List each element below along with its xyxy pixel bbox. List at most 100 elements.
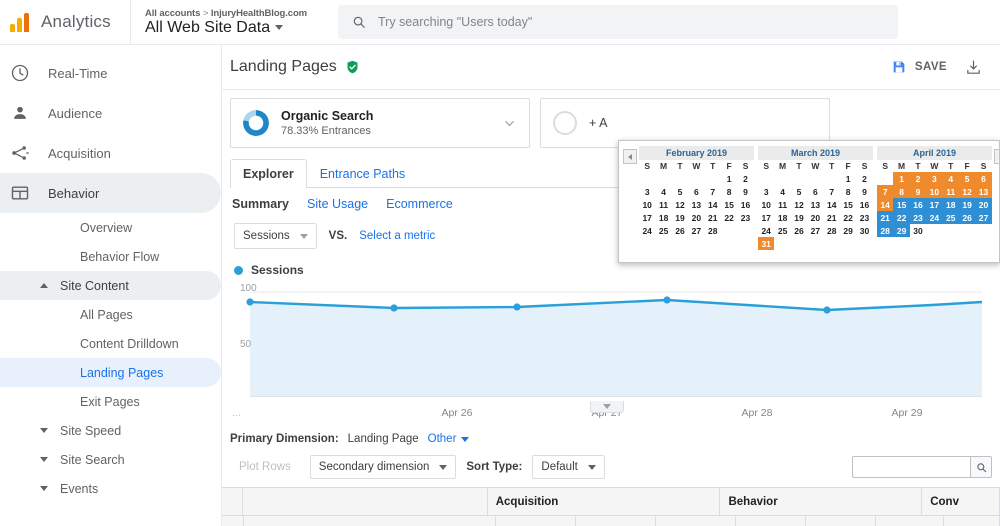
calendar-day[interactable]: 25 — [774, 224, 790, 237]
calendar-day[interactable]: 24 — [639, 224, 655, 237]
calendar-day[interactable]: 27 — [807, 224, 823, 237]
calendar-day[interactable]: 15 — [840, 198, 856, 211]
table-search-button[interactable] — [970, 456, 992, 478]
calendar-day[interactable]: 28 — [824, 224, 840, 237]
subtab-ecommerce[interactable]: Ecommerce — [386, 197, 453, 211]
calendar-day[interactable]: 9 — [856, 185, 872, 198]
calendar-day[interactable]: 1 — [893, 172, 910, 185]
calendar-day[interactable]: 4 — [774, 185, 790, 198]
calendar-day[interactable]: 15 — [721, 198, 737, 211]
calendar-day[interactable]: 3 — [639, 185, 655, 198]
calendar-day[interactable]: 20 — [688, 211, 704, 224]
search-box[interactable] — [338, 5, 898, 39]
download-icon[interactable] — [965, 59, 982, 76]
calendar-day[interactable]: 1 — [840, 172, 856, 185]
calendar-day[interactable]: 10 — [639, 198, 655, 211]
calendar-day[interactable]: 19 — [672, 211, 688, 224]
calendar-day[interactable]: 17 — [926, 198, 943, 211]
calendar-day[interactable]: 18 — [942, 198, 959, 211]
calendar-day[interactable]: 5 — [672, 185, 688, 198]
calendar-day[interactable]: 10 — [926, 185, 943, 198]
table-search-input[interactable] — [852, 456, 970, 478]
calendar-day[interactable]: 22 — [840, 211, 856, 224]
calendar-day[interactable]: 6 — [807, 185, 823, 198]
calendar-day[interactable]: 24 — [758, 224, 774, 237]
sidebar-item-audience[interactable]: Audience — [0, 93, 221, 133]
calendar-day[interactable]: 29 — [840, 224, 856, 237]
subtab-site-usage[interactable]: Site Usage — [307, 197, 368, 211]
calendar-day[interactable]: 9 — [909, 185, 927, 198]
select-metric-link[interactable]: Select a metric — [359, 230, 435, 242]
date-range-calendar[interactable]: February 2019 S M T W T F S 1 2 3 4 5 6 7 8 9 10 1… — [618, 140, 1000, 263]
account-selector[interactable]: All accounts > InjuryHealthBlog.com All … — [130, 0, 320, 45]
calendar-day[interactable]: 30 — [910, 224, 926, 237]
search-input[interactable] — [378, 15, 884, 29]
calendar-day[interactable]: 27 — [975, 211, 992, 224]
subtab-summary[interactable]: Summary — [232, 197, 289, 211]
calendar-day[interactable]: 23 — [909, 211, 927, 224]
calendar-day[interactable]: 18 — [774, 211, 790, 224]
brand[interactable]: Analytics — [0, 12, 130, 32]
calendar-day[interactable]: 15 — [893, 198, 910, 211]
calendar-day[interactable]: 8 — [893, 185, 910, 198]
calendar-day[interactable]: 28 — [877, 224, 894, 237]
calendar-next-button[interactable] — [994, 149, 999, 164]
metric-select[interactable]: Sessions — [234, 223, 317, 249]
calendar-day[interactable]: 26 — [672, 224, 688, 237]
calendar-day[interactable]: 21 — [705, 211, 721, 224]
calendar-day[interactable]: 13 — [688, 198, 704, 211]
calendar-day[interactable]: 23 — [856, 211, 872, 224]
sidebar-item-all-pages[interactable]: All Pages — [0, 300, 221, 329]
save-button[interactable]: SAVE — [891, 59, 947, 75]
calendar-day[interactable]: 4 — [942, 172, 959, 185]
sidebar-group-site-search[interactable]: Site Search — [0, 445, 221, 474]
calendar-day[interactable]: 7 — [877, 185, 894, 198]
calendar-day[interactable]: 3 — [926, 172, 943, 185]
calendar-day[interactable]: 12 — [958, 185, 976, 198]
calendar-day[interactable]: 16 — [909, 198, 927, 211]
calendar-day[interactable]: 11 — [655, 198, 671, 211]
calendar-day[interactable]: 6 — [975, 172, 992, 185]
calendar-day[interactable]: 16 — [856, 198, 872, 211]
calendar-day[interactable]: 9 — [737, 185, 753, 198]
sidebar-item-behavior[interactable]: Behavior — [0, 173, 221, 213]
calendar-day[interactable]: 20 — [975, 198, 992, 211]
calendar-day[interactable]: 2 — [737, 172, 753, 185]
calendar-day[interactable]: 13 — [807, 198, 823, 211]
calendar-day[interactable]: 19 — [958, 198, 976, 211]
calendar-day[interactable]: 25 — [655, 224, 671, 237]
calendar-day[interactable]: 11 — [942, 185, 959, 198]
sidebar-item-real-time[interactable]: Real-Time — [0, 53, 221, 93]
sidebar-item-content-drilldown[interactable]: Content Drilldown — [0, 329, 221, 358]
calendar-day[interactable]: 8 — [840, 185, 856, 198]
calendar-day[interactable]: 26 — [958, 211, 976, 224]
chart-collapse-toggle[interactable] — [590, 401, 624, 413]
sidebar-group-site-content[interactable]: Site Content — [0, 271, 221, 300]
calendar-day[interactable]: 2 — [909, 172, 927, 185]
segment-chip-organic-search[interactable]: Organic Search 78.33% Entrances — [230, 98, 530, 148]
calendar-day[interactable]: 20 — [807, 211, 823, 224]
calendar-day[interactable]: 29 — [893, 224, 910, 237]
primary-dimension-other[interactable]: Other — [428, 433, 470, 445]
sidebar-item-acquisition[interactable]: Acquisition — [0, 133, 221, 173]
calendar-day[interactable]: 13 — [975, 185, 992, 198]
calendar-day[interactable]: 6 — [688, 185, 704, 198]
calendar-day[interactable]: 1 — [721, 172, 737, 185]
calendar-day[interactable]: 26 — [791, 224, 807, 237]
chevron-down-icon[interactable] — [502, 116, 517, 131]
sidebar-item-overview[interactable]: Overview — [0, 213, 221, 242]
primary-dimension-value[interactable]: Landing Page — [348, 433, 419, 445]
calendar-day[interactable]: 21 — [824, 211, 840, 224]
calendar-day[interactable]: 17 — [758, 211, 774, 224]
calendar-day[interactable]: 10 — [758, 198, 774, 211]
calendar-day[interactable]: 21 — [877, 211, 894, 224]
tab-explorer[interactable]: Explorer — [230, 159, 307, 188]
calendar-day[interactable]: 11 — [774, 198, 790, 211]
calendar-day[interactable]: 17 — [639, 211, 655, 224]
calendar-day[interactable]: 7 — [705, 185, 721, 198]
calendar-day[interactable]: 14 — [705, 198, 721, 211]
sidebar-item-landing-pages[interactable]: Landing Pages — [0, 358, 221, 387]
sidebar-item-behavior-flow[interactable]: Behavior Flow — [0, 242, 221, 271]
calendar-prev-button[interactable] — [623, 149, 637, 164]
calendar-day[interactable]: 2 — [856, 172, 872, 185]
